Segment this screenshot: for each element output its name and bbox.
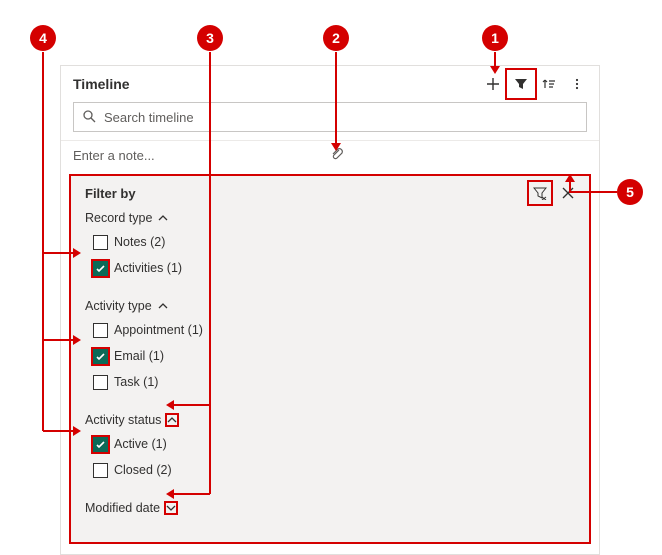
section-label: Activity type	[85, 299, 152, 313]
option-label: Email (1)	[114, 349, 164, 363]
note-input[interactable]: Enter a note...	[61, 140, 599, 170]
checkbox[interactable]	[93, 349, 108, 364]
option-closed[interactable]: Closed (2)	[93, 457, 575, 483]
checkbox[interactable]	[93, 323, 108, 338]
chevron-up-icon	[165, 413, 179, 427]
filter-panel: Filter by Record type Notes (2) Activiti…	[69, 174, 591, 544]
checkbox[interactable]	[93, 235, 108, 250]
checkbox[interactable]	[93, 375, 108, 390]
option-notes[interactable]: Notes (2)	[93, 229, 575, 255]
section-label: Activity status	[85, 413, 161, 427]
callout-5: 5	[617, 179, 643, 205]
callout-4: 4	[30, 25, 56, 51]
option-label: Notes (2)	[114, 235, 165, 249]
section-activity-type[interactable]: Activity type	[85, 299, 575, 313]
callout-1: 1	[482, 25, 508, 51]
option-label: Task (1)	[114, 375, 158, 389]
option-email[interactable]: Email (1)	[93, 343, 575, 369]
option-active[interactable]: Active (1)	[93, 431, 575, 457]
option-label: Activities (1)	[114, 261, 182, 275]
chevron-up-icon	[156, 211, 170, 225]
sort-icon[interactable]	[535, 70, 563, 98]
search-input-wrap[interactable]	[73, 102, 587, 132]
callout-2: 2	[323, 25, 349, 51]
section-record-type[interactable]: Record type	[85, 211, 575, 225]
more-icon[interactable]	[563, 70, 591, 98]
timeline-header: Timeline	[61, 66, 599, 102]
checkbox[interactable]	[93, 437, 108, 452]
option-label: Appointment (1)	[114, 323, 203, 337]
option-task[interactable]: Task (1)	[93, 369, 575, 395]
clear-filter-icon[interactable]	[529, 182, 551, 204]
chevron-up-icon	[156, 299, 170, 313]
attach-icon[interactable]	[330, 147, 587, 164]
filter-icon[interactable]	[507, 70, 535, 98]
option-activities[interactable]: Activities (1)	[93, 255, 575, 281]
section-modified-date[interactable]: Modified date	[85, 501, 575, 515]
section-label: Record type	[85, 211, 152, 225]
option-appointment[interactable]: Appointment (1)	[93, 317, 575, 343]
checkbox[interactable]	[93, 463, 108, 478]
timeline-card: Timeline Enter a note...	[60, 65, 600, 555]
filter-title: Filter by	[85, 186, 575, 201]
callout-3: 3	[197, 25, 223, 51]
add-icon[interactable]	[479, 70, 507, 98]
option-label: Closed (2)	[114, 463, 172, 477]
note-placeholder: Enter a note...	[73, 148, 330, 163]
search-icon	[82, 109, 96, 126]
option-label: Active (1)	[114, 437, 167, 451]
checkbox[interactable]	[93, 261, 108, 276]
page-title: Timeline	[73, 76, 479, 92]
search-input[interactable]	[102, 109, 578, 126]
section-label: Modified date	[85, 501, 160, 515]
chevron-down-icon	[164, 501, 178, 515]
section-activity-status[interactable]: Activity status	[85, 413, 575, 427]
close-icon[interactable]	[557, 182, 579, 204]
